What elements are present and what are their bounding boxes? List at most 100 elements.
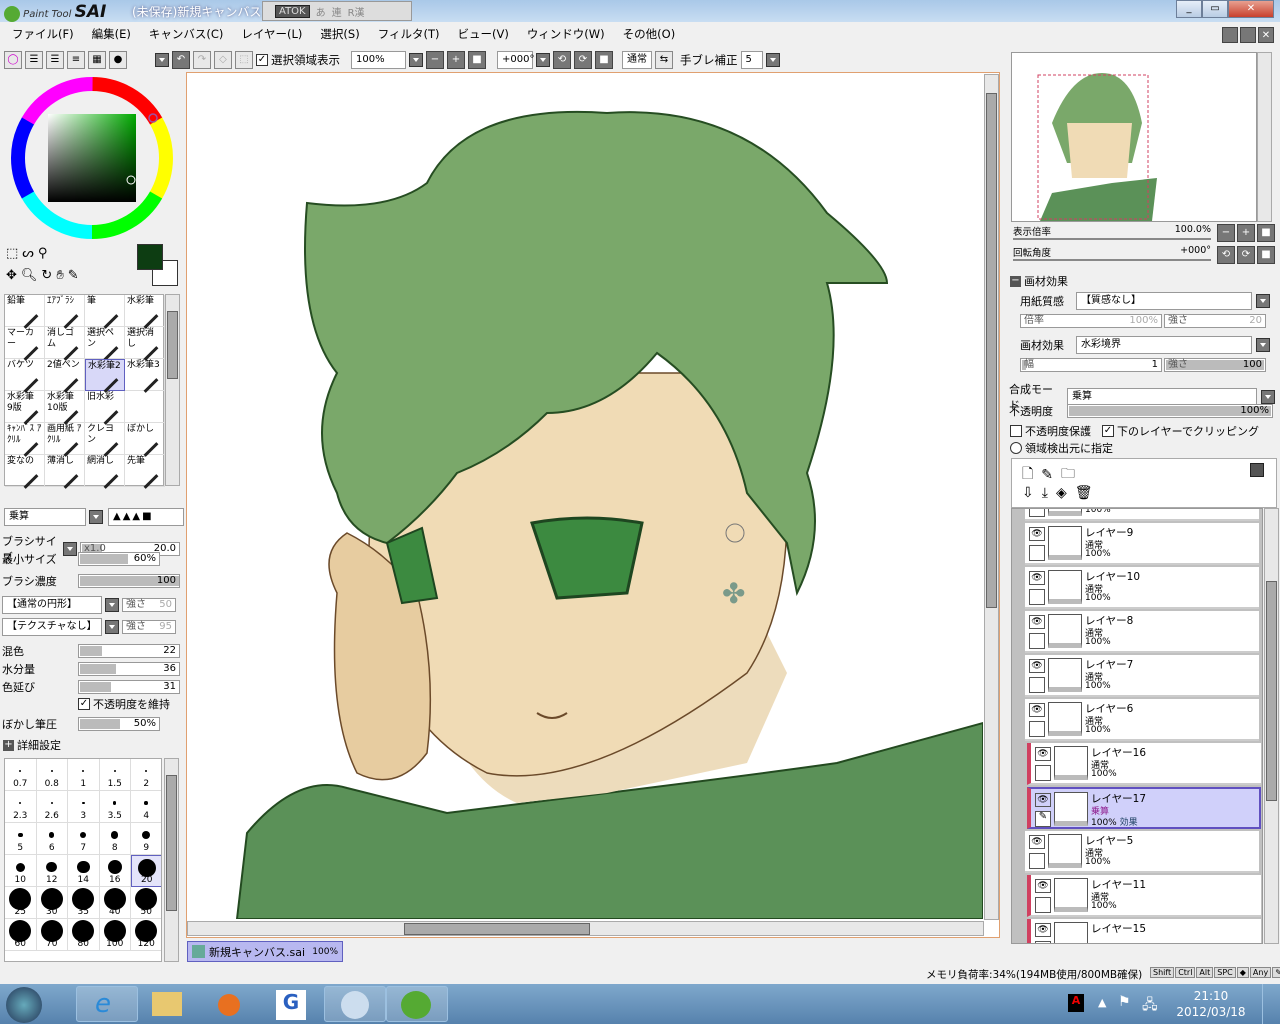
- water-slider[interactable]: 36: [78, 662, 180, 676]
- effect-width-slider[interactable]: 幅1: [1020, 358, 1162, 372]
- clipping-checkbox[interactable]: ✓: [1102, 425, 1114, 437]
- new-vector-layer-icon[interactable]: ✎: [1041, 467, 1053, 483]
- visibility-eye-icon[interactable]: 👁︎: [1035, 923, 1051, 937]
- layer-lock-checkbox[interactable]: ✎: [1035, 811, 1051, 827]
- brush-size-option[interactable]: 16: [99, 855, 131, 887]
- ime-item[interactable]: 連: [332, 4, 342, 19]
- ime-bar[interactable]: ATOK あ 連 R漢: [262, 1, 412, 21]
- visibility-eye-icon[interactable]: 👁︎: [1029, 615, 1045, 629]
- brush-size-option[interactable]: 3.5: [99, 791, 131, 823]
- layer-opacity-slider[interactable]: 100%: [1067, 404, 1273, 418]
- nav-rotate-left-button[interactable]: ⟲: [1217, 246, 1235, 264]
- tool-scrollbar[interactable]: [165, 294, 180, 486]
- paper-scale-slider[interactable]: 倍率 100%: [1020, 314, 1162, 328]
- layer-item[interactable]: 👁︎ レイヤー11 通常 100%: [1027, 875, 1261, 917]
- brush-size-option[interactable]: 10: [5, 855, 37, 887]
- delete-layer-icon[interactable]: 🗑︎: [1075, 485, 1093, 501]
- layer-lock-checkbox[interactable]: [1035, 765, 1051, 781]
- rgb-slider-toggle-icon[interactable]: ☰: [25, 51, 43, 69]
- brush-size-option[interactable]: 5: [5, 823, 37, 855]
- close-button[interactable]: ✕: [1228, 0, 1274, 18]
- tool-brush[interactable]: 消しゴム: [45, 327, 85, 361]
- zoom-icon[interactable]: 🔍︎: [21, 268, 38, 283]
- tool-brush[interactable]: ｴｱﾌﾞﾗｼ: [45, 295, 85, 329]
- tool-brush[interactable]: 薄消し: [45, 455, 85, 489]
- nav-rotate-reset-button[interactable]: ■: [1257, 246, 1275, 264]
- tool-brush[interactable]: 水彩筆3: [125, 359, 165, 393]
- brush-size-option[interactable]: 25: [5, 887, 37, 919]
- magic-wand-icon[interactable]: ⚲: [38, 246, 48, 261]
- rotation-select[interactable]: +000°: [497, 51, 534, 69]
- layer-item[interactable]: 👁︎ レイヤー7 通常 100%: [1025, 655, 1259, 697]
- taskbar-internet-explorer[interactable]: e: [76, 986, 138, 1022]
- menu-item[interactable]: 編集(E): [92, 26, 131, 42]
- tool-brush[interactable]: クレヨン: [85, 423, 125, 457]
- nav-zoom-slider[interactable]: 表示倍率 100.0%: [1013, 224, 1211, 240]
- chevron-down-icon[interactable]: [765, 53, 780, 67]
- brush-size-option[interactable]: 7: [68, 823, 100, 855]
- layer-lock-checkbox[interactable]: [1029, 853, 1045, 869]
- rotate-left-button[interactable]: ⟲: [553, 51, 571, 69]
- document-tab[interactable]: 新規キャンバス.sai 100%: [187, 941, 343, 962]
- protect-opacity-checkbox[interactable]: [1010, 425, 1022, 437]
- nav-zoom-in-button[interactable]: +: [1237, 224, 1255, 242]
- rotate-reset-button[interactable]: ■: [595, 51, 613, 69]
- layer-item[interactable]: 👁︎ レイヤー8 通常 100%: [1025, 611, 1259, 653]
- menu-item[interactable]: 選択(S): [320, 26, 359, 42]
- mdi-minimize-button[interactable]: [1222, 27, 1238, 43]
- brush-size-option[interactable]: 2: [131, 759, 161, 791]
- chevron-down-icon[interactable]: [536, 53, 550, 67]
- tray-action-center-icon[interactable]: ⚑: [1118, 994, 1131, 1010]
- brush-size-option[interactable]: 100: [99, 919, 131, 951]
- ime-mode[interactable]: ATOK: [275, 4, 310, 18]
- ime-item[interactable]: あ: [316, 4, 326, 19]
- tool-brush[interactable]: 水彩筆: [125, 295, 165, 329]
- clear-layer-icon[interactable]: ◈: [1056, 485, 1067, 501]
- density-slider[interactable]: 100: [78, 574, 180, 588]
- nav-rotate-right-button[interactable]: ⟳: [1237, 246, 1255, 264]
- rotate-right-button[interactable]: ⟳: [574, 51, 592, 69]
- mdi-restore-button[interactable]: [1240, 27, 1256, 43]
- merge-down-icon[interactable]: ⤓: [1042, 485, 1048, 501]
- layer-lock-checkbox[interactable]: [1035, 897, 1051, 913]
- layer-lock-checkbox[interactable]: [1029, 545, 1045, 561]
- flip-button[interactable]: ⇆: [655, 51, 673, 69]
- effect-strength-slider[interactable]: 強さ 100: [1164, 358, 1266, 372]
- keep-opacity-checkbox[interactable]: ✓: [78, 698, 90, 710]
- color-wheel[interactable]: [8, 74, 176, 242]
- scratchpad-toggle-icon[interactable]: ●: [109, 51, 127, 69]
- nav-zoom-reset-button[interactable]: ■: [1257, 224, 1275, 242]
- visibility-eye-icon[interactable]: 👁︎: [1035, 879, 1051, 893]
- brush-size-option[interactable]: 0.7: [5, 759, 37, 791]
- layer-lock-checkbox[interactable]: [1029, 509, 1045, 517]
- layer-lock-checkbox[interactable]: [1029, 589, 1045, 605]
- tool-brush[interactable]: 2値ペン: [45, 359, 85, 393]
- nav-zoom-out-button[interactable]: −: [1217, 224, 1235, 242]
- size-scrollbar[interactable]: [164, 758, 179, 962]
- blur-pressure-slider[interactable]: 50%: [78, 717, 160, 731]
- canvas-horizontal-scrollbar[interactable]: [187, 921, 984, 936]
- zoom-reset-button[interactable]: ■: [468, 51, 486, 69]
- zoom-select[interactable]: 100%: [351, 51, 406, 69]
- chevron-down-icon[interactable]: [1261, 390, 1275, 404]
- taskbar-explorer[interactable]: [138, 986, 200, 1022]
- canvas-vertical-scrollbar[interactable]: [984, 74, 999, 920]
- hsv-slider-toggle-icon[interactable]: ☰: [46, 51, 64, 69]
- selection-source-radio[interactable]: [1010, 442, 1022, 454]
- tool-brush[interactable]: 水彩筆 10版: [45, 391, 85, 425]
- persistence-slider[interactable]: 31: [78, 680, 180, 694]
- tool-brush[interactable]: マーカー: [5, 327, 45, 361]
- new-folder-icon[interactable]: 🗀: [1061, 463, 1075, 487]
- min-size-slider[interactable]: 60%: [78, 552, 160, 566]
- redo-button[interactable]: ↷: [193, 51, 211, 69]
- visibility-eye-icon[interactable]: 👁︎: [1029, 527, 1045, 541]
- tool-brush[interactable]: 水彩筆 9版: [5, 391, 45, 425]
- blend-slider[interactable]: 22: [78, 644, 180, 658]
- clock[interactable]: 21:10 2012/03/18: [1172, 988, 1250, 1020]
- brush-size-option[interactable]: 1: [68, 759, 100, 791]
- brush-size-option[interactable]: 8: [99, 823, 131, 855]
- brush-size-option[interactable]: 12: [36, 855, 68, 887]
- navigator-scrollbar[interactable]: [1257, 52, 1272, 222]
- swatch-toggle-icon[interactable]: ≡: [67, 51, 85, 69]
- taskbar-gdeleter[interactable]: G: [262, 986, 324, 1022]
